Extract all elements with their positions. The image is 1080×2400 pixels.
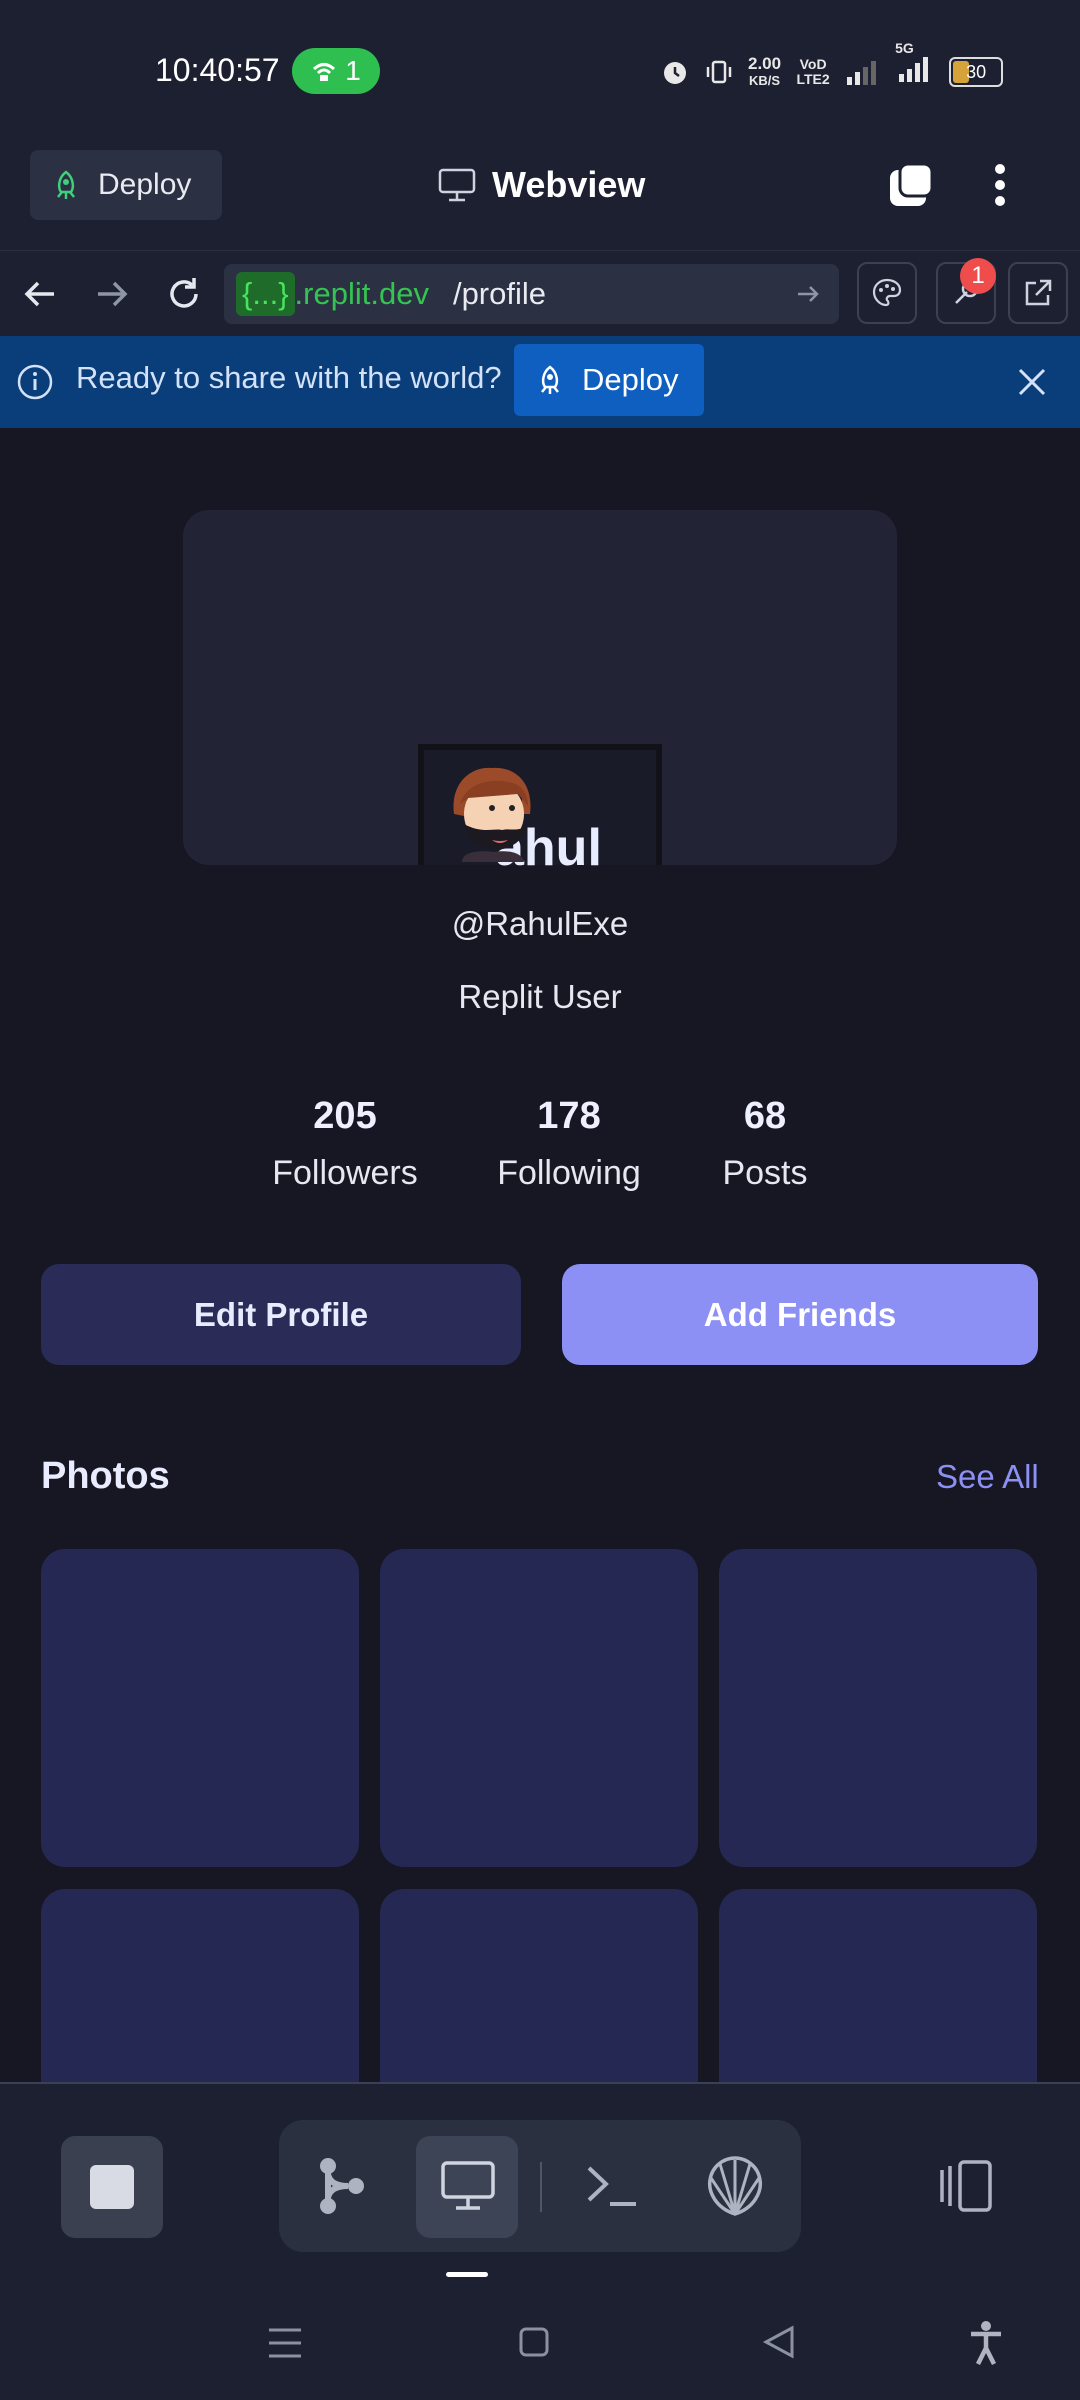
volte-indicator: VoD LTE2 bbox=[796, 56, 830, 87]
agent-icon[interactable] bbox=[314, 2152, 370, 2220]
host-badge: {...} bbox=[236, 272, 295, 316]
stop-button[interactable] bbox=[61, 2136, 163, 2238]
net-speed: 2.00 KB/S bbox=[748, 54, 782, 88]
edit-profile-button[interactable]: Edit Profile bbox=[41, 1264, 521, 1365]
banner-deploy-button[interactable]: Deploy bbox=[514, 344, 704, 416]
forward-icon[interactable] bbox=[92, 276, 132, 312]
clock: 10:40:57 bbox=[155, 52, 280, 88]
profile-handle: @RahulExe bbox=[451, 905, 629, 942]
add-friends-button[interactable]: Add Friends bbox=[562, 1264, 1038, 1365]
toolbar-divider bbox=[540, 2162, 542, 2212]
page-title: Webview bbox=[438, 160, 645, 210]
photo-tile[interactable] bbox=[380, 1889, 698, 2082]
signal-weak-icon bbox=[847, 61, 877, 85]
photo-tile[interactable] bbox=[719, 1889, 1037, 2082]
url-field[interactable]: {...} .replit.dev /profile bbox=[224, 264, 839, 324]
signal-strong-icon bbox=[899, 57, 929, 82]
photo-tile[interactable] bbox=[719, 1549, 1037, 1867]
palette-icon bbox=[872, 278, 902, 307]
vibrate-icon bbox=[706, 60, 732, 84]
battery-icon: 30 bbox=[949, 57, 1004, 87]
deploy-icon bbox=[57, 170, 75, 199]
accessibility-icon[interactable] bbox=[968, 2320, 1004, 2366]
reload-icon[interactable] bbox=[164, 274, 204, 314]
stop-icon bbox=[90, 2165, 134, 2209]
page-title-text: Webview bbox=[492, 164, 646, 205]
header-deploy-label: Deploy bbox=[98, 168, 192, 201]
webview-content: ahul @RahulExe Replit User 205 Followers… bbox=[0, 428, 1080, 2084]
stat-followers[interactable]: 205 Followers bbox=[255, 1095, 435, 1193]
shell-icon[interactable] bbox=[584, 2162, 640, 2210]
hotspot-icon bbox=[313, 63, 336, 81]
photo-tile[interactable] bbox=[380, 1549, 698, 1867]
stat-label: Posts bbox=[722, 1154, 808, 1192]
stat-label: Following bbox=[497, 1154, 641, 1192]
recents-icon[interactable] bbox=[266, 2325, 304, 2361]
home-icon[interactable] bbox=[518, 2326, 550, 2358]
info-icon bbox=[17, 364, 53, 400]
photo-tile[interactable] bbox=[41, 1889, 359, 2082]
more-menu-icon[interactable] bbox=[990, 160, 1010, 210]
tabs-icon[interactable] bbox=[886, 160, 936, 210]
stat-following[interactable]: 178 Following bbox=[479, 1095, 659, 1193]
hotspot-badge: 1 bbox=[292, 48, 380, 94]
photos-heading: Photos bbox=[41, 1455, 170, 1497]
theme-button[interactable] bbox=[857, 262, 917, 324]
banner-message: Ready to share with the world? bbox=[76, 360, 502, 395]
notification-badge: 1 bbox=[960, 258, 996, 294]
back-nav-icon[interactable] bbox=[762, 2324, 796, 2360]
back-icon[interactable] bbox=[20, 276, 60, 312]
stat-value: 68 bbox=[743, 1095, 787, 1137]
go-arrow-icon[interactable] bbox=[795, 282, 821, 306]
header-deploy-button[interactable]: Deploy bbox=[30, 150, 222, 220]
photo-tile[interactable] bbox=[41, 1549, 359, 1867]
signal-5g: 5G bbox=[895, 40, 935, 90]
profile-subtitle: Replit User bbox=[458, 978, 622, 1015]
close-icon[interactable] bbox=[1016, 366, 1048, 398]
avatar bbox=[453, 767, 531, 862]
panels-icon[interactable] bbox=[936, 2156, 996, 2216]
url-host: .replit.dev bbox=[294, 276, 429, 311]
stat-posts[interactable]: 68 Posts bbox=[705, 1095, 825, 1193]
stat-value: 178 bbox=[537, 1095, 601, 1137]
stat-label: Followers bbox=[272, 1154, 418, 1192]
url-path: /profile bbox=[452, 276, 546, 311]
see-all-link[interactable]: See All bbox=[936, 1458, 1039, 1496]
open-external-button[interactable] bbox=[1008, 262, 1068, 324]
external-link-icon bbox=[1025, 279, 1052, 306]
shell-seashell-icon[interactable] bbox=[706, 2156, 764, 2216]
alarm-icon bbox=[664, 62, 686, 84]
system-icons: 2.00 KB/S VoD LTE2 5G 30 bbox=[660, 40, 1004, 92]
monitor-icon bbox=[438, 168, 476, 202]
monitor-tab-icon bbox=[441, 2161, 495, 2210]
active-tab-indicator bbox=[446, 2272, 488, 2277]
deploy-icon bbox=[541, 365, 559, 394]
banner-deploy-label: Deploy bbox=[582, 362, 679, 397]
hotspot-count: 1 bbox=[345, 55, 361, 86]
stat-value: 205 bbox=[313, 1095, 377, 1137]
